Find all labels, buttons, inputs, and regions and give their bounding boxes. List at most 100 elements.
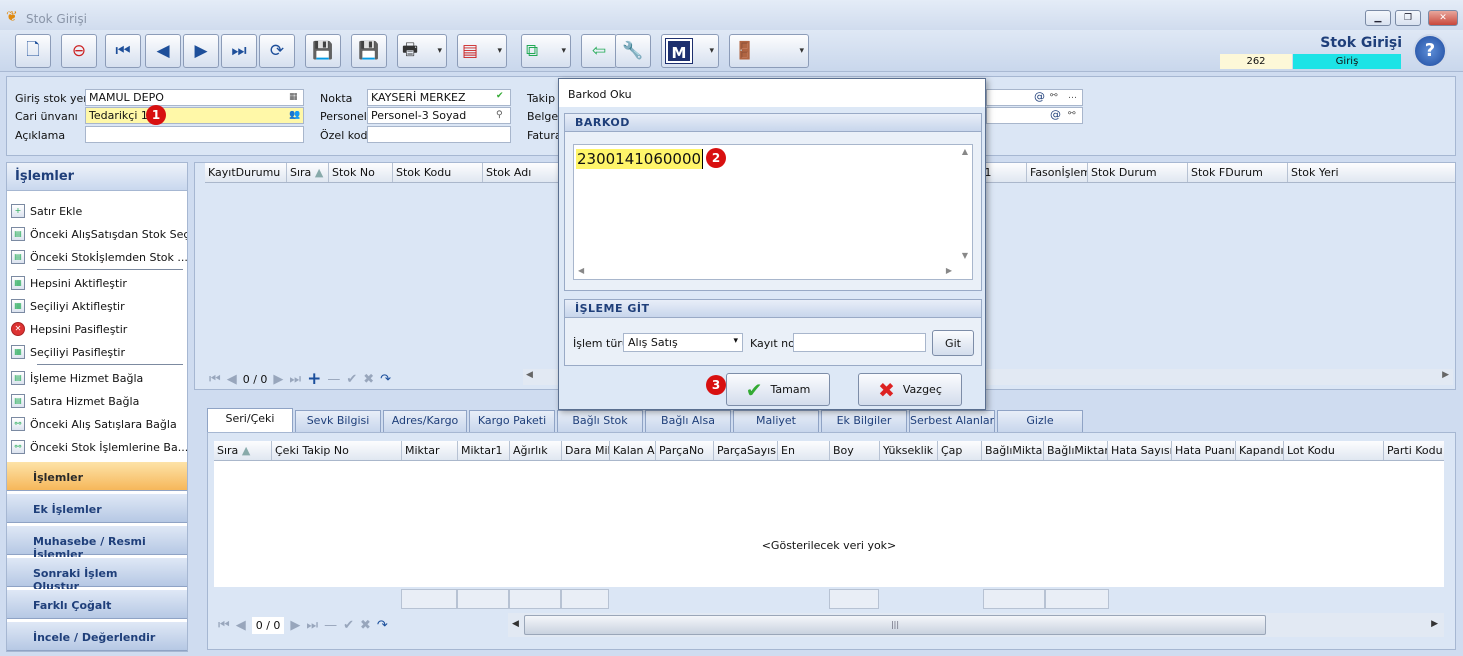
check-icon[interactable]: ✔ — [496, 91, 504, 101]
islem-turu-select[interactable]: Alış Satış ▾ — [623, 333, 743, 352]
link-icon[interactable]: ⚯ — [1068, 109, 1076, 119]
sidebar-item-onceki-alissatis[interactable]: ▤ Önceki AlışSatışdan Stok Seç — [11, 223, 187, 245]
copy-button[interactable]: ⧉ — [521, 34, 571, 68]
tab-seri-ceki[interactable]: Seri/Çeki — [207, 408, 293, 432]
scroll-left-icon[interactable]: ◀ — [512, 619, 519, 629]
remove-icon[interactable]: — — [324, 618, 337, 633]
column-header[interactable]: Parti Kodu — [1384, 441, 1444, 460]
last-record-button[interactable]: ⏭ — [221, 34, 257, 68]
column-header[interactable]: Çeki Takip No — [272, 441, 402, 460]
personel-field[interactable]: Personel-3 Soyad — [367, 107, 511, 124]
tab-adres-kargo[interactable]: Adres/Kargo — [383, 410, 467, 432]
column-header[interactable]: Stok No — [329, 163, 393, 182]
cari-unvani-field[interactable]: Tedarikçi 1 — [85, 107, 304, 124]
tab-gizle[interactable]: Gizle — [997, 410, 1083, 432]
first-icon[interactable]: ⏮ — [209, 372, 221, 387]
sidebar-item-hepsini-aktif[interactable]: ▦ Hepsini Aktifleştir — [11, 272, 187, 294]
scroll-right-icon[interactable]: ▶ — [946, 266, 952, 275]
print-button[interactable]: 🖶 — [397, 34, 447, 68]
first-record-button[interactable]: ⏮ — [105, 34, 141, 68]
sidebar-item-onceki-stok-bagla[interactable]: ⚯ Önceki Stok İşlemlerine Ba... — [11, 436, 187, 458]
nokta-field[interactable]: KAYSERİ MERKEZ — [367, 89, 511, 106]
sidebar-section-ek-islemler[interactable]: Ek İşlemler — [7, 493, 187, 523]
exit-button[interactable]: 🚪 — [729, 34, 809, 68]
column-header[interactable]: En — [778, 441, 830, 460]
column-header[interactable]: Hata Puanı — [1172, 441, 1236, 460]
column-header[interactable]: Dara Mikt — [562, 441, 610, 460]
pdf-export-button[interactable]: ▤ — [457, 34, 507, 68]
remove-icon[interactable]: — — [327, 372, 340, 387]
column-header[interactable]: Ağırlık — [510, 441, 562, 460]
column-header[interactable]: ParçaNo — [656, 441, 714, 460]
tab-maliyet[interactable]: Maliyet — [733, 410, 819, 432]
tab-sevk-bilgisi[interactable]: Sevk Bilgisi — [295, 410, 381, 432]
sidebar-item-seciliyi-pasif[interactable]: ▦ Seçiliyi Pasifleştir — [11, 341, 187, 363]
scroll-up-icon[interactable]: ▲ — [962, 147, 968, 156]
scrollbar-thumb[interactable]: ||| — [524, 615, 1266, 635]
git-button[interactable]: Git — [932, 330, 974, 356]
tab-bagli-stok[interactable]: Bağlı Stok — [557, 410, 643, 432]
column-header[interactable]: ParçaSayısı — [714, 441, 778, 460]
column-header[interactable]: BağlıMiktar1 — [1044, 441, 1108, 460]
column-header[interactable]: Sıra ▲ — [214, 441, 272, 460]
scroll-left-icon[interactable]: ◀ — [526, 370, 533, 380]
column-header[interactable]: Hata Sayısı — [1108, 441, 1172, 460]
refresh-button[interactable]: ⟳ — [259, 34, 295, 68]
more-icon[interactable]: … — [1068, 91, 1077, 101]
previous-icon[interactable]: ◀ — [236, 618, 246, 633]
cancel-icon[interactable]: ✖ — [360, 618, 371, 633]
check-icon[interactable]: ✔ — [346, 372, 357, 387]
scroll-left-icon[interactable]: ◀ — [578, 266, 584, 275]
refresh-icon[interactable]: ↷ — [380, 372, 391, 387]
column-header[interactable]: KayıtDurumu — [205, 163, 287, 182]
sidebar-item-satir-ekle[interactable]: + Satır Ekle — [11, 200, 187, 222]
column-header[interactable]: Kapandı — [1236, 441, 1284, 460]
column-header[interactable]: Kalan Ağ — [610, 441, 656, 460]
person-search-icon[interactable]: ⚲ — [496, 110, 503, 120]
column-header[interactable]: Miktar1 — [458, 441, 510, 460]
check-icon[interactable]: ✔ — [343, 618, 354, 633]
sidebar-section-muhasebe[interactable]: Muhasebe / Resmi İşlemler — [7, 525, 187, 561]
cancel-button[interactable]: ✖ Vazgeç — [858, 373, 962, 406]
refresh-icon[interactable]: ↷ — [377, 618, 388, 633]
next-icon[interactable]: ▶ — [273, 372, 283, 387]
sidebar-item-onceki-stokislem[interactable]: ▤ Önceki Stokİşlemden Stok ... — [11, 246, 187, 268]
column-header[interactable]: Stok Durum — [1088, 163, 1188, 182]
kayit-no-input[interactable] — [793, 333, 926, 352]
scroll-right-icon[interactable]: ▶ — [1442, 370, 1449, 380]
sidebar-section-sonraki-islem[interactable]: Sonraki İşlem Oluştur — [7, 557, 187, 593]
column-header[interactable]: Stok FDurum — [1188, 163, 1288, 182]
save-button[interactable]: 💾 — [305, 34, 341, 68]
next-record-button[interactable]: ▶ — [183, 34, 219, 68]
add-icon[interactable]: + — [307, 369, 321, 389]
last-icon[interactable]: ⏭ — [306, 618, 318, 633]
tab-bagli-alsa[interactable]: Bağlı Alsa — [645, 410, 731, 432]
scroll-down-icon[interactable]: ▼ — [962, 251, 968, 260]
sidebar-item-onceki-alis-satis-bagla[interactable]: ⚯ Önceki Alış Satışlara Bağla — [11, 413, 187, 435]
ozel-kod-field[interactable] — [367, 126, 511, 143]
column-header[interactable]: Çap — [938, 441, 982, 460]
ok-button[interactable]: ✔ Tamam — [726, 373, 830, 406]
column-header[interactable]: Yükseklik — [880, 441, 938, 460]
aciklama-field[interactable] — [85, 126, 304, 143]
column-header[interactable]: Miktar — [402, 441, 458, 460]
sidebar-section-farkli-cogalt[interactable]: Farklı Çoğalt — [7, 589, 187, 619]
sidebar-section-islemler[interactable]: İşlemler — [7, 461, 187, 491]
users-icon[interactable]: 👥 — [289, 110, 300, 120]
sidebar-section-incele[interactable]: İncele / Değerlendir — [7, 621, 187, 651]
email-icon[interactable]: @ — [1034, 90, 1045, 103]
link-icon[interactable]: ⚯ — [1050, 91, 1058, 101]
help-button[interactable]: ? — [1413, 34, 1447, 68]
import-button[interactable]: ⇦ — [581, 34, 617, 68]
email-icon[interactable]: @ — [1050, 108, 1061, 121]
previous-record-button[interactable]: ◀ — [145, 34, 181, 68]
calendar-icon[interactable]: ▦ — [289, 92, 298, 102]
column-header[interactable]: Stok Yeri — [1288, 163, 1388, 182]
cancel-icon[interactable]: ✖ — [363, 372, 374, 387]
column-header[interactable]: BağlıMiktar — [982, 441, 1044, 460]
column-header[interactable]: Fasonİşlem — [1027, 163, 1088, 182]
sidebar-item-hepsini-pasif[interactable]: ✕ Hepsini Pasifleştir — [11, 318, 187, 340]
last-icon[interactable]: ⏭ — [289, 372, 301, 387]
new-record-button[interactable]: 🗋 — [15, 34, 51, 68]
tab-serbest-alanlar[interactable]: Serbest Alanlar — [909, 410, 995, 432]
